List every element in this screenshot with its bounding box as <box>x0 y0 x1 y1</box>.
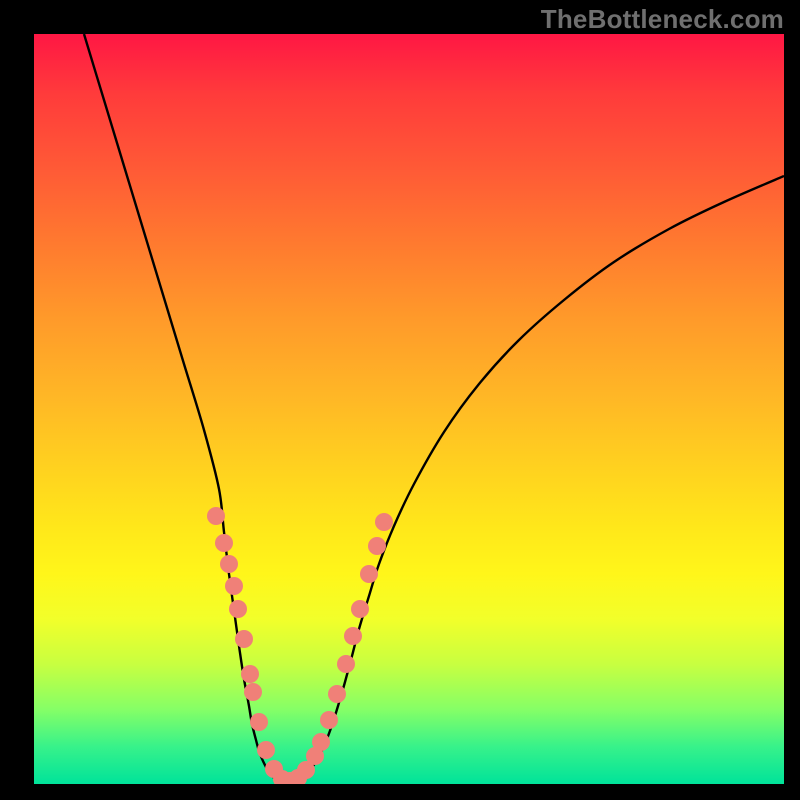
data-point <box>250 713 268 731</box>
data-point <box>207 507 225 525</box>
data-point <box>351 600 369 618</box>
data-point <box>220 555 238 573</box>
data-point <box>312 733 330 751</box>
watermark-text: TheBottleneck.com <box>541 4 784 35</box>
data-point <box>337 655 355 673</box>
chart-svg <box>34 34 784 784</box>
curve-line <box>84 34 784 783</box>
data-point <box>257 741 275 759</box>
data-point <box>368 537 386 555</box>
data-point <box>225 577 243 595</box>
data-point <box>215 534 233 552</box>
data-point <box>320 711 338 729</box>
data-point <box>241 665 259 683</box>
data-point <box>375 513 393 531</box>
data-point <box>229 600 247 618</box>
data-point <box>244 683 262 701</box>
data-point <box>344 627 362 645</box>
plot-area <box>34 34 784 784</box>
chart-stage: TheBottleneck.com <box>0 0 800 800</box>
data-point <box>328 685 346 703</box>
highlighted-points <box>207 507 393 784</box>
data-point <box>360 565 378 583</box>
data-point <box>235 630 253 648</box>
